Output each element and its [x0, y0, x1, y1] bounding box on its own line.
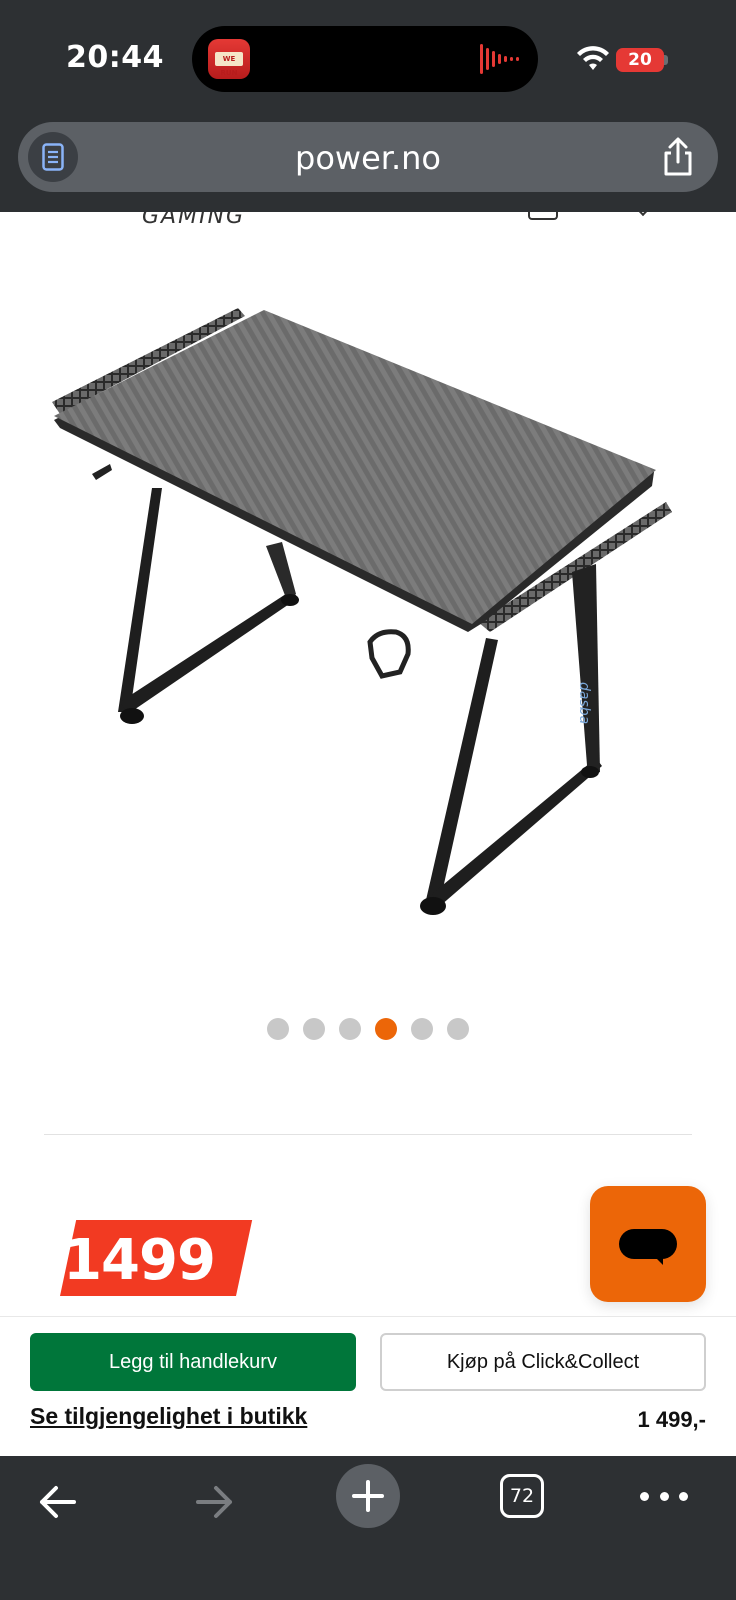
carousel-dot[interactable] — [303, 1018, 325, 1040]
sticky-purchase-bar: Legg til handlekurv Kjøp på Click&Collec… — [0, 1316, 736, 1456]
brand-logo-text: GAMING — [142, 212, 246, 229]
live-activity-app-icon: WE RUN — [208, 39, 250, 79]
chat-button[interactable] — [590, 1186, 706, 1302]
dynamic-island[interactable]: WE RUN — [192, 26, 538, 92]
store-availability-link[interactable]: Se tilgjengelighet i butikk — [30, 1403, 307, 1430]
carousel-dots — [0, 1018, 736, 1040]
tab-count-button[interactable]: 72 — [500, 1474, 544, 1518]
new-tab-button[interactable] — [336, 1464, 400, 1528]
carousel-dot-active[interactable] — [375, 1018, 397, 1040]
browser-bottom-toolbar: 72 — [0, 1456, 736, 1600]
chat-bubble-icon — [619, 1229, 677, 1265]
address-bar[interactable]: power.no — [18, 122, 718, 192]
battery-nub — [664, 55, 668, 65]
page-content: GAMING dasba 1499 — [0, 212, 736, 1316]
divider — [44, 1134, 692, 1135]
browser-top-chrome: 20:44 WE RUN 20 power.no — [0, 0, 736, 212]
add-to-cart-button[interactable]: Legg til handlekurv — [30, 1333, 356, 1391]
battery-indicator: 20 — [616, 48, 664, 72]
price-badge: 1499 — [44, 1220, 253, 1296]
wifi-icon — [577, 46, 609, 70]
share-icon[interactable] — [658, 136, 698, 178]
live-activity-text: WE RUN — [215, 52, 243, 77]
cart-icon[interactable] — [528, 212, 558, 220]
chevron-icon[interactable] — [635, 212, 651, 217]
carousel-dot[interactable] — [339, 1018, 361, 1040]
price-badge-text: 1499 — [63, 1228, 216, 1293]
carousel-dot[interactable] — [267, 1018, 289, 1040]
sticky-price: 1 499,- — [637, 1407, 707, 1432]
click-and-collect-button[interactable]: Kjøp på Click&Collect — [380, 1333, 706, 1391]
audio-waveform-icon — [480, 44, 520, 74]
arrow-right-icon[interactable] — [190, 1478, 238, 1526]
status-time: 20:44 — [66, 40, 164, 75]
url-text[interactable]: power.no — [18, 139, 718, 177]
plus-icon — [352, 1480, 384, 1512]
svg-text:dasba: dasba — [576, 682, 592, 724]
product-image[interactable]: dasba — [40, 302, 700, 962]
carousel-dot[interactable] — [447, 1018, 469, 1040]
more-dots-icon[interactable] — [640, 1484, 688, 1508]
arrow-left-icon[interactable] — [34, 1478, 82, 1526]
carousel-dot[interactable] — [411, 1018, 433, 1040]
